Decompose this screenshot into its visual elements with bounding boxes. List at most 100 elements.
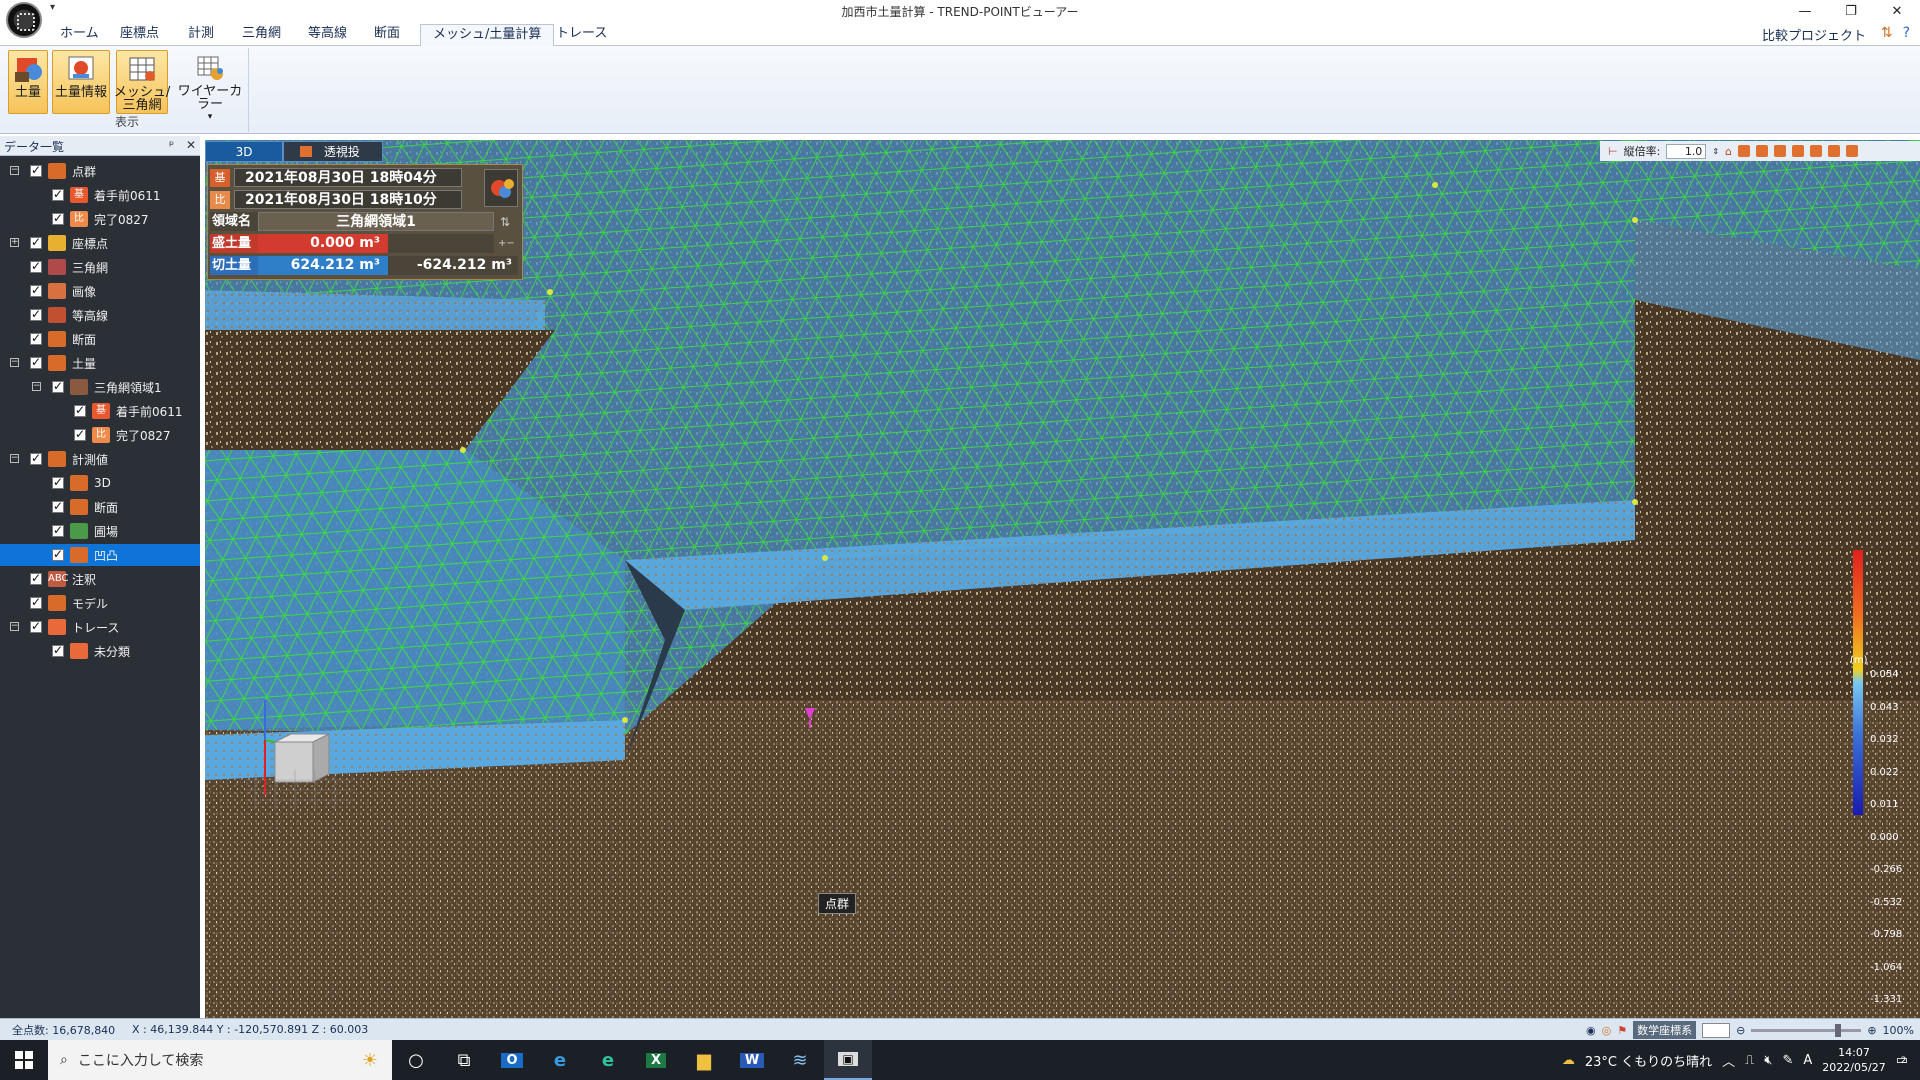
tree-expand-toggle[interactable]: −: [10, 358, 19, 367]
tab-section[interactable]: 断面: [362, 24, 412, 46]
outlook-icon[interactable]: O: [488, 1040, 536, 1080]
scale-spinner-icon[interactable]: ⇕: [1712, 147, 1719, 156]
tree-item[interactable]: − 点群: [0, 160, 200, 182]
start-button[interactable]: [0, 1040, 48, 1080]
tree-expand-toggle[interactable]: −: [32, 382, 41, 391]
tab-triangle-network[interactable]: 三角網: [230, 24, 293, 46]
tree-expand-toggle[interactable]: −: [10, 454, 19, 463]
sort-arrows-icon[interactable]: ⇅: [1881, 25, 1893, 41]
excel-icon[interactable]: X: [632, 1040, 680, 1080]
tree-item[interactable]: 凹凸: [0, 544, 200, 566]
tree-checkbox[interactable]: [52, 499, 64, 513]
tab-contour[interactable]: 等高線: [296, 24, 359, 46]
export-icon[interactable]: ⚑: [1617, 1024, 1627, 1037]
tree-expand-toggle[interactable]: +: [10, 238, 19, 247]
tab-coordinate-points[interactable]: 座標点: [108, 24, 171, 46]
tree-item[interactable]: 基着手前0611: [0, 184, 200, 206]
tree-item[interactable]: 圃場: [0, 520, 200, 542]
tab-mesh-volume[interactable]: メッシュ/土量計算: [420, 24, 555, 47]
tree-item[interactable]: + 座標点: [0, 232, 200, 254]
network-icon[interactable]: ⎍: [1745, 1053, 1754, 1068]
zoom-slider[interactable]: [1751, 1023, 1862, 1037]
tree-checkbox[interactable]: [52, 211, 64, 225]
tree-checkbox[interactable]: [30, 259, 42, 273]
tree-checkbox[interactable]: [30, 283, 42, 297]
app-logo-icon[interactable]: [6, 2, 42, 38]
pen-icon[interactable]: ✎: [1782, 1053, 1793, 1068]
wire-color-button[interactable]: ワイヤーカラー ▾: [174, 50, 246, 122]
tree-item[interactable]: 比完了0827: [0, 424, 200, 446]
soil-info-button[interactable]: 土量情報: [52, 50, 110, 114]
camera-icon[interactable]: ◉: [1586, 1024, 1596, 1037]
tree-item[interactable]: − 計測値: [0, 448, 200, 470]
pin-icon[interactable]: ᵖ: [169, 138, 174, 152]
internet-explorer-icon[interactable]: e: [536, 1040, 584, 1080]
tree-checkbox[interactable]: [30, 163, 42, 177]
tree-item[interactable]: 3D: [0, 472, 200, 494]
panel-close-icon[interactable]: ✕: [186, 138, 196, 152]
tree-item[interactable]: 未分類: [0, 640, 200, 662]
compare-project-link[interactable]: 比較プロジェクト: [1762, 25, 1866, 44]
file-explorer-icon[interactable]: ▆: [680, 1040, 728, 1080]
tree-item[interactable]: 画像: [0, 280, 200, 302]
tree-checkbox[interactable]: [52, 523, 64, 537]
volume-muted-icon[interactable]: 🔇︎: [1764, 1053, 1772, 1068]
tree-checkbox[interactable]: [30, 235, 42, 249]
word-icon[interactable]: W: [728, 1040, 776, 1080]
tree-item[interactable]: 断面: [0, 328, 200, 350]
tree-item[interactable]: モデル: [0, 592, 200, 614]
minimize-button[interactable]: —: [1782, 0, 1828, 22]
help-icon[interactable]: ?: [1903, 25, 1910, 41]
tab-3d[interactable]: 3D: [205, 141, 283, 162]
vertical-scale-input[interactable]: 1.0: [1666, 143, 1707, 159]
taskbar-search[interactable]: ⌕ ここに入力して検索 ☀: [48, 1040, 392, 1080]
tab-trace[interactable]: トレース: [544, 24, 619, 46]
weather-text[interactable]: 23°C くもりのち晴れ: [1585, 1051, 1712, 1070]
tree-checkbox[interactable]: [30, 619, 42, 633]
tree-expand-toggle[interactable]: −: [10, 622, 19, 631]
tree-checkbox[interactable]: [52, 643, 64, 657]
plus-minus-icon[interactable]: +−: [498, 238, 515, 249]
tray-chevron-icon[interactable]: ︿: [1722, 1051, 1735, 1070]
task-view-icon[interactable]: ⧉: [440, 1040, 488, 1080]
tab-home[interactable]: ホーム: [48, 24, 111, 46]
zoom-in-icon[interactable]: ⊕: [1867, 1024, 1876, 1037]
tree-checkbox[interactable]: [30, 331, 42, 345]
edge-icon[interactable]: e: [584, 1040, 632, 1080]
view-top-icon[interactable]: [1756, 145, 1768, 157]
tree-checkbox[interactable]: [30, 355, 42, 369]
tree-expand-toggle[interactable]: −: [10, 166, 19, 175]
tree-item[interactable]: 断面: [0, 496, 200, 518]
tree-item[interactable]: ABC注釈: [0, 568, 200, 590]
tab-measure[interactable]: 計測: [176, 24, 226, 46]
close-button[interactable]: ✕: [1874, 0, 1920, 22]
coordinate-system-button[interactable]: 数学座標系: [1633, 1021, 1697, 1039]
tree-item[interactable]: − 三角網領域1: [0, 376, 200, 398]
tree-checkbox[interactable]: [74, 403, 86, 417]
tree-checkbox[interactable]: [74, 427, 86, 441]
restore-button[interactable]: ❐: [1828, 0, 1874, 22]
mesh-triangle-button[interactable]: メッシュ/ 三角網: [114, 50, 170, 114]
home-view-icon[interactable]: ⌂: [1725, 145, 1732, 158]
view-back-icon[interactable]: [1810, 145, 1822, 157]
tree-item[interactable]: 三角網: [0, 256, 200, 278]
zoom-out-icon[interactable]: ⊖: [1736, 1024, 1745, 1037]
trend-point-viewer-taskbar-icon[interactable]: ▣: [824, 1040, 872, 1080]
cortana-icon[interactable]: ○: [392, 1040, 440, 1080]
tree-checkbox[interactable]: [30, 571, 42, 585]
view-left-icon[interactable]: [1774, 145, 1786, 157]
view-settings-icon[interactable]: [1846, 145, 1858, 157]
tree-checkbox[interactable]: [30, 595, 42, 609]
tab-perspective[interactable]: 透視投影: [283, 141, 383, 180]
tree-checkbox[interactable]: [52, 475, 64, 489]
tree-item[interactable]: 等高線: [0, 304, 200, 326]
view-front-icon[interactable]: [1738, 145, 1750, 157]
tree-checkbox[interactable]: [30, 307, 42, 321]
ime-indicator[interactable]: A: [1803, 1053, 1812, 1068]
tree-checkbox[interactable]: [52, 379, 64, 393]
notification-icon[interactable]: ▭ 2: [1896, 1053, 1908, 1068]
soil-volume-button[interactable]: 土量: [8, 50, 48, 114]
volume-settings-icon[interactable]: [484, 169, 518, 207]
tree-checkbox[interactable]: [52, 547, 64, 561]
color-box[interactable]: [1702, 1022, 1731, 1038]
